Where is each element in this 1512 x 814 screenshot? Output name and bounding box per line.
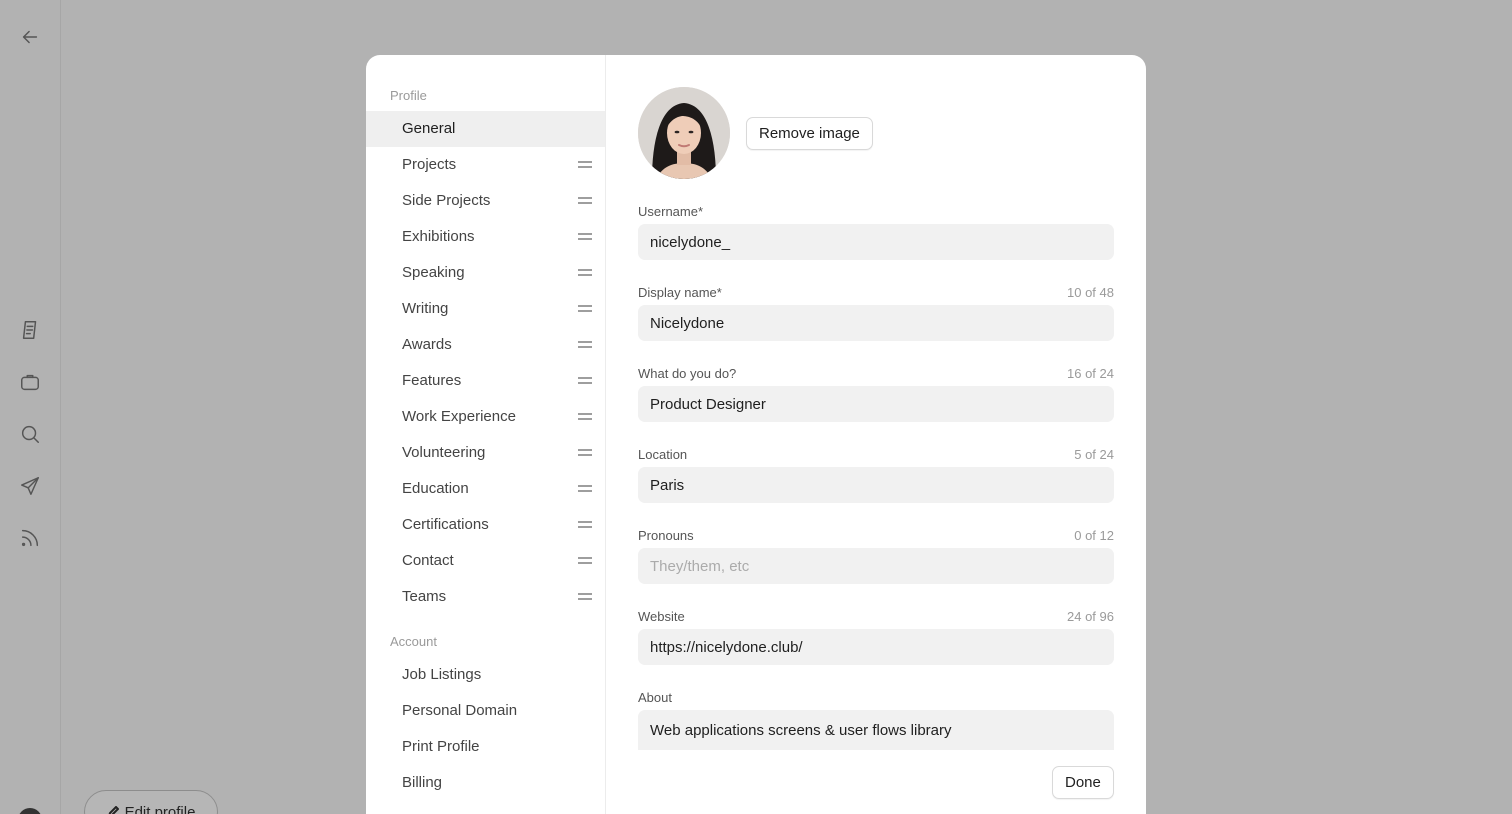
sidebar-item-writing[interactable]: Writing	[366, 291, 605, 327]
sidebar-item-exhibitions[interactable]: Exhibitions	[366, 219, 605, 255]
sidebar-item-label: Personal Domain	[402, 702, 518, 719]
pronouns-label: Pronouns	[638, 528, 694, 543]
account-section-heading: Account	[390, 634, 437, 649]
drag-handle-icon[interactable]	[578, 376, 592, 386]
sidebar-item-label: Certifications	[402, 516, 489, 533]
back-arrow-icon[interactable]	[16, 23, 44, 51]
sidebar-item-label: Side Projects	[402, 192, 491, 209]
drag-handle-icon[interactable]	[578, 196, 592, 206]
about-label: About	[638, 690, 672, 705]
sidebar-item-label: Features	[402, 372, 462, 389]
drag-handle-icon[interactable]	[578, 232, 592, 242]
avatar[interactable]	[18, 808, 42, 814]
sidebar-item-label: Work Experience	[402, 408, 516, 425]
sidebar-item-side-projects[interactable]: Side Projects	[366, 183, 605, 219]
drag-handle-icon[interactable]	[578, 592, 592, 602]
pencil-icon	[108, 806, 119, 814]
sidebar-item-personal-domain[interactable]: Personal Domain	[366, 693, 605, 729]
about-textarea[interactable]	[638, 710, 1114, 750]
pronouns-field-group: Pronouns 0 of 12	[638, 529, 1114, 584]
username-field-group: Username*	[638, 205, 1114, 260]
drag-handle-icon[interactable]	[578, 160, 592, 170]
sidebar-item-teams[interactable]: Teams	[366, 579, 605, 615]
sidebar-item-billing[interactable]: Billing	[366, 765, 605, 801]
drag-handle-icon[interactable]	[578, 304, 592, 314]
character-count: 10 of 48	[1067, 285, 1114, 300]
sidebar-item-label: Teams	[402, 588, 447, 605]
sidebar-item-certifications[interactable]: Certifications	[366, 507, 605, 543]
website-field-group: Website 24 of 96	[638, 610, 1114, 665]
occupation-label: What do you do?	[638, 366, 737, 381]
occupation-field-group: What do you do? 16 of 24	[638, 367, 1114, 422]
character-count: 5 of 24	[1074, 447, 1114, 462]
sidebar-item-education[interactable]: Education	[366, 471, 605, 507]
drag-handle-icon[interactable]	[578, 268, 592, 278]
character-count: 16 of 24	[1067, 366, 1114, 381]
send-icon[interactable]	[16, 472, 44, 500]
sidebar-item-general[interactable]: General	[366, 111, 605, 147]
drag-handle-icon[interactable]	[578, 520, 592, 530]
sidebar-item-label: Contact	[402, 552, 454, 569]
search-icon[interactable]	[16, 420, 44, 448]
location-input[interactable]	[638, 467, 1114, 503]
drag-handle-icon[interactable]	[578, 340, 592, 350]
pronouns-input[interactable]	[638, 548, 1114, 584]
about-field-group: About	[638, 691, 1114, 750]
username-input[interactable]	[638, 224, 1114, 260]
display-name-input[interactable]	[638, 305, 1114, 341]
sidebar-item-print-profile[interactable]: Print Profile	[366, 729, 605, 765]
done-button[interactable]: Done	[1052, 766, 1114, 799]
drag-handle-icon[interactable]	[578, 412, 592, 422]
username-label: Username*	[638, 204, 704, 219]
sidebar-item-job-listings[interactable]: Job Listings	[366, 657, 605, 693]
character-count: 0 of 12	[1074, 528, 1114, 543]
sidebar-item-label: Writing	[402, 300, 449, 317]
display-name-label: Display name*	[638, 285, 722, 300]
display-name-field-group: Display name* 10 of 48	[638, 286, 1114, 341]
settings-sidebar: Profile General Projects Side Projects E…	[366, 55, 606, 814]
profile-photo-row: Remove image	[638, 87, 1114, 179]
sidebar-item-label: Job Listings	[402, 666, 482, 683]
sidebar-item-label: Projects	[402, 156, 457, 173]
sidebar-item-label: Awards	[402, 336, 452, 353]
location-field-group: Location 5 of 24	[638, 448, 1114, 503]
sidebar-item-volunteering[interactable]: Volunteering	[366, 435, 605, 471]
sidebar-item-speaking[interactable]: Speaking	[366, 255, 605, 291]
general-settings-panel: Remove image Username* Display name* 10 …	[606, 55, 1146, 814]
sidebar-item-projects[interactable]: Projects	[366, 147, 605, 183]
location-label: Location	[638, 447, 688, 462]
drag-handle-icon[interactable]	[578, 556, 592, 566]
website-input[interactable]	[638, 629, 1114, 665]
rss-icon[interactable]	[16, 524, 44, 552]
occupation-input[interactable]	[638, 386, 1114, 422]
sidebar-item-label: Billing	[402, 774, 443, 791]
edit-profile-button[interactable]: Edit profile	[84, 790, 218, 814]
sidebar-item-work-experience[interactable]: Work Experience	[366, 399, 605, 435]
profile-photo[interactable]	[638, 87, 730, 179]
sidebar-item-label: Volunteering	[402, 444, 486, 461]
left-rail	[0, 0, 61, 814]
website-label: Website	[638, 609, 685, 624]
profile-section-heading: Profile	[390, 88, 427, 103]
briefcase-icon[interactable]	[16, 368, 44, 396]
sidebar-item-label: General	[402, 120, 456, 137]
drag-handle-icon[interactable]	[578, 484, 592, 494]
edit-profile-label: Edit profile	[124, 803, 196, 814]
character-count: 24 of 96	[1067, 609, 1114, 624]
drag-handle-icon[interactable]	[578, 448, 592, 458]
edit-profile-modal: Profile General Projects Side Projects E…	[366, 55, 1146, 814]
sidebar-item-features[interactable]: Features	[366, 363, 605, 399]
sidebar-item-awards[interactable]: Awards	[366, 327, 605, 363]
sidebar-item-label: Print Profile	[402, 738, 480, 755]
sidebar-item-label: Education	[402, 480, 469, 497]
sidebar-item-contact[interactable]: Contact	[366, 543, 605, 579]
sidebar-item-label: Speaking	[402, 264, 465, 281]
sidebar-item-label: Exhibitions	[402, 228, 475, 245]
remove-image-button[interactable]: Remove image	[746, 116, 873, 150]
document-icon[interactable]	[16, 316, 44, 344]
